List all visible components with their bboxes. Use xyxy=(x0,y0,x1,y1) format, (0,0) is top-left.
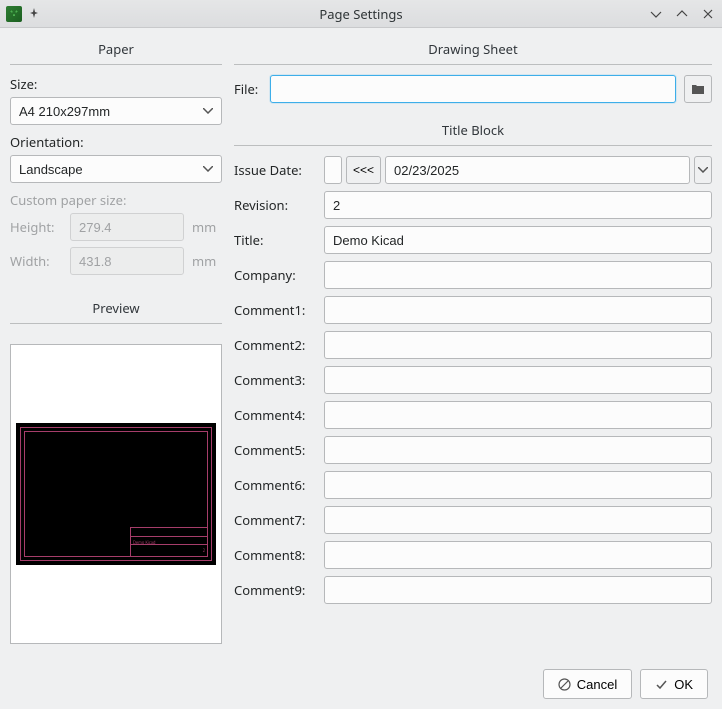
comment9-label: Comment9: xyxy=(234,581,316,599)
divider xyxy=(234,64,712,65)
ok-label: OK xyxy=(674,677,693,692)
date-picker-dropdown[interactable] xyxy=(694,156,712,184)
comment1-input[interactable] xyxy=(324,296,712,324)
date-picker-input[interactable] xyxy=(385,156,690,184)
file-label: File: xyxy=(234,80,262,98)
width-label: Width: xyxy=(10,252,62,270)
file-input[interactable] xyxy=(270,75,676,103)
comment6-label: Comment6: xyxy=(234,476,316,494)
orientation-select[interactable]: Landscape xyxy=(10,155,222,183)
width-input xyxy=(70,247,184,275)
divider xyxy=(10,323,222,324)
size-label: Size: xyxy=(10,75,222,93)
comment5-label: Comment5: xyxy=(234,441,316,459)
maximize-button[interactable] xyxy=(674,6,690,22)
height-label: Height: xyxy=(10,218,62,236)
cancel-label: Cancel xyxy=(577,677,617,692)
comment3-input[interactable] xyxy=(324,366,712,394)
app-icon xyxy=(6,6,22,22)
folder-icon xyxy=(691,83,705,95)
revision-input[interactable] xyxy=(324,191,712,219)
comment9-input[interactable] xyxy=(324,576,712,604)
preview-area: Demo Kicad 2 xyxy=(10,344,222,644)
height-unit: mm xyxy=(192,218,222,236)
comment3-label: Comment3: xyxy=(234,371,316,389)
preview-page: Demo Kicad 2 xyxy=(16,423,216,565)
company-input[interactable] xyxy=(324,261,712,289)
browse-button[interactable] xyxy=(684,75,712,103)
pin-icon[interactable] xyxy=(28,5,40,23)
title-label: Title: xyxy=(234,231,316,249)
comment6-input[interactable] xyxy=(324,471,712,499)
comment1-label: Comment1: xyxy=(234,301,316,319)
comment2-label: Comment2: xyxy=(234,336,316,354)
comment7-input[interactable] xyxy=(324,506,712,534)
check-icon xyxy=(655,678,668,691)
custom-size-label: Custom paper size: xyxy=(10,191,222,209)
orientation-label: Orientation: xyxy=(10,133,222,151)
issue-date-input[interactable] xyxy=(324,156,342,184)
minimize-button[interactable] xyxy=(648,6,664,22)
cancel-icon xyxy=(558,678,571,691)
date-copy-button[interactable]: <<< xyxy=(346,156,381,184)
comment8-input[interactable] xyxy=(324,541,712,569)
divider xyxy=(234,145,712,146)
title-block-heading: Title Block xyxy=(234,117,712,145)
cancel-button[interactable]: Cancel xyxy=(543,669,632,699)
close-button[interactable] xyxy=(700,6,716,22)
size-select[interactable]: A4 210x297mm xyxy=(10,97,222,125)
height-input xyxy=(70,213,184,241)
comment7-label: Comment7: xyxy=(234,511,316,529)
drawing-sheet-heading: Drawing Sheet xyxy=(234,36,712,64)
comment5-input[interactable] xyxy=(324,436,712,464)
paper-heading: Paper xyxy=(10,36,222,64)
title-input[interactable] xyxy=(324,226,712,254)
width-unit: mm xyxy=(192,252,222,270)
comment4-input[interactable] xyxy=(324,401,712,429)
chevron-down-icon xyxy=(698,167,708,173)
comment2-input[interactable] xyxy=(324,331,712,359)
ok-button[interactable]: OK xyxy=(640,669,708,699)
comment8-label: Comment8: xyxy=(234,546,316,564)
window-title: Page Settings xyxy=(0,5,722,23)
company-label: Company: xyxy=(234,266,316,284)
titlebar: Page Settings xyxy=(0,0,722,28)
revision-label: Revision: xyxy=(234,196,316,214)
divider xyxy=(10,64,222,65)
preview-heading: Preview xyxy=(10,295,222,323)
comment4-label: Comment4: xyxy=(234,406,316,424)
issue-date-label: Issue Date: xyxy=(234,161,316,179)
